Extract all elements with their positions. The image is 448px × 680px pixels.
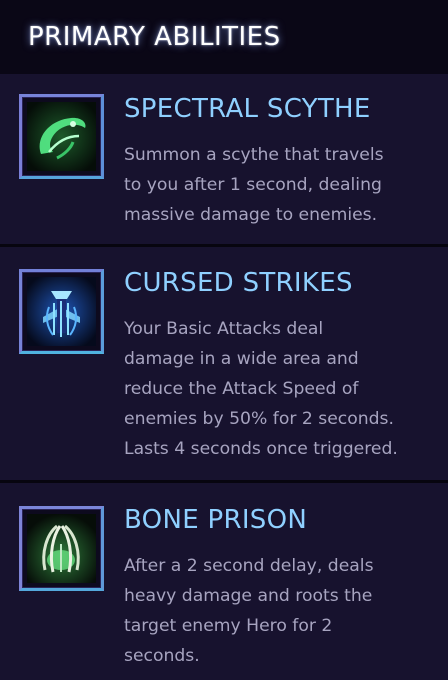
description-line: damage in a wide area and: [124, 349, 359, 369]
ability-description: After a 2 second delay, deals heavy dama…: [124, 551, 424, 671]
spectral-scythe-icon: [19, 94, 104, 179]
description-line: reduce the Attack Speed of: [124, 379, 359, 399]
description-line: massive damage to enemies.: [124, 205, 378, 225]
ability-description: Summon a scythe that travels to you afte…: [124, 140, 424, 230]
description-line: seconds.: [124, 646, 200, 666]
ability-bone-prison[interactable]: BONE PRISON After a 2 second delay, deal…: [0, 483, 448, 680]
description-line: Your Basic Attacks deal: [124, 319, 324, 339]
abilities-header: PRIMARY ABILITIES: [0, 0, 448, 74]
description-line: enemies by 50% for 2 seconds.: [124, 409, 394, 429]
description-line: After a 2 second delay, deals: [124, 556, 374, 576]
ability-title: CURSED STRIKES: [124, 268, 353, 298]
description-line: Summon a scythe that travels: [124, 145, 384, 165]
header-title: PRIMARY ABILITIES: [28, 22, 281, 52]
ability-title: SPECTRAL SCYTHE: [124, 94, 371, 124]
ability-title: BONE PRISON: [124, 505, 308, 535]
bone-prison-icon: [19, 506, 104, 591]
cursed-strikes-icon: [19, 269, 104, 354]
description-line: Lasts 4 seconds once triggered.: [124, 439, 398, 459]
description-line: heavy damage and roots the: [124, 586, 373, 606]
ability-spectral-scythe[interactable]: SPECTRAL SCYTHE Summon a scythe that tra…: [0, 74, 448, 247]
description-line: to you after 1 second, dealing: [124, 175, 382, 195]
description-line: target enemy Hero for 2: [124, 616, 333, 636]
ability-description: Your Basic Attacks deal damage in a wide…: [124, 314, 424, 464]
abilities-panel: PRIMARY ABILITIES SPECTRAL SCYTHE Summon: [0, 0, 448, 680]
ability-cursed-strikes[interactable]: CURSED STRIKES Your Basic Attacks deal d…: [0, 247, 448, 483]
